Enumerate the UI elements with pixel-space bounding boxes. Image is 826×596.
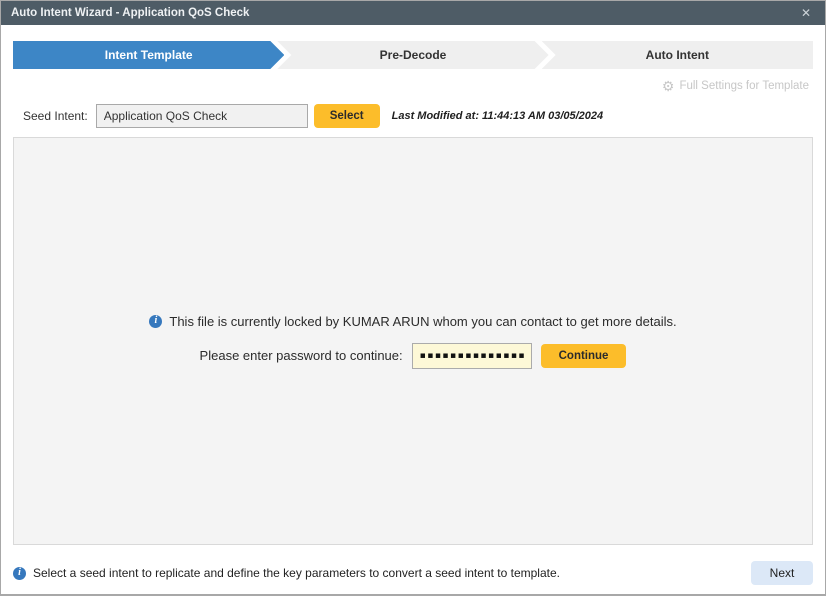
seed-intent-row: Seed Intent: Select Last Modified at: 11… bbox=[13, 103, 813, 129]
password-row: Please enter password to continue: Conti… bbox=[199, 342, 627, 369]
continue-button[interactable]: Continue bbox=[540, 343, 627, 368]
wizard-dialog: Auto Intent Wizard - Application QoS Che… bbox=[0, 0, 826, 596]
lock-panel: i This file is currently locked by KUMAR… bbox=[13, 137, 813, 545]
footer-bar: i Select a seed intent to replicate and … bbox=[1, 552, 825, 594]
step-label: Pre-Decode bbox=[379, 48, 447, 62]
dialog-content: Intent Template Pre-Decode Auto Intent ⚙… bbox=[1, 25, 825, 552]
next-button[interactable]: Next bbox=[751, 561, 813, 585]
lock-message-row: i This file is currently locked by KUMAR… bbox=[149, 313, 677, 329]
select-button[interactable]: Select bbox=[313, 104, 380, 128]
step-auto-intent[interactable]: Auto Intent bbox=[541, 41, 813, 69]
title-bar: Auto Intent Wizard - Application QoS Che… bbox=[1, 1, 825, 25]
info-icon: i bbox=[13, 566, 26, 580]
seed-intent-input[interactable] bbox=[95, 104, 308, 128]
settings-row: ⚙ Full Settings for Template bbox=[13, 73, 813, 99]
wizard-steps: Intent Template Pre-Decode Auto Intent bbox=[13, 41, 813, 69]
step-intent-template[interactable]: Intent Template bbox=[13, 41, 284, 69]
step-label: Auto Intent bbox=[645, 48, 709, 62]
full-settings-link[interactable]: Full Settings for Template bbox=[679, 80, 809, 92]
info-icon: i bbox=[149, 314, 163, 328]
close-icon[interactable]: ✕ bbox=[797, 5, 815, 21]
footer-hint-text: Select a seed intent to replicate and de… bbox=[33, 566, 560, 580]
last-modified-text: Last Modified at: 11:44:13 AM 03/05/2024 bbox=[391, 110, 604, 122]
password-label: Please enter password to continue: bbox=[199, 348, 403, 363]
step-label: Intent Template bbox=[104, 48, 193, 62]
lock-message-text: This file is currently locked by KUMAR A… bbox=[169, 313, 677, 329]
password-input[interactable] bbox=[411, 342, 532, 369]
step-pre-decode[interactable]: Pre-Decode bbox=[277, 41, 548, 69]
footer-hint: i Select a seed intent to replicate and … bbox=[13, 566, 560, 580]
dialog-title: Auto Intent Wizard - Application QoS Che… bbox=[11, 7, 250, 19]
seed-intent-label: Seed Intent: bbox=[23, 109, 88, 123]
gear-icon: ⚙ bbox=[661, 78, 675, 94]
